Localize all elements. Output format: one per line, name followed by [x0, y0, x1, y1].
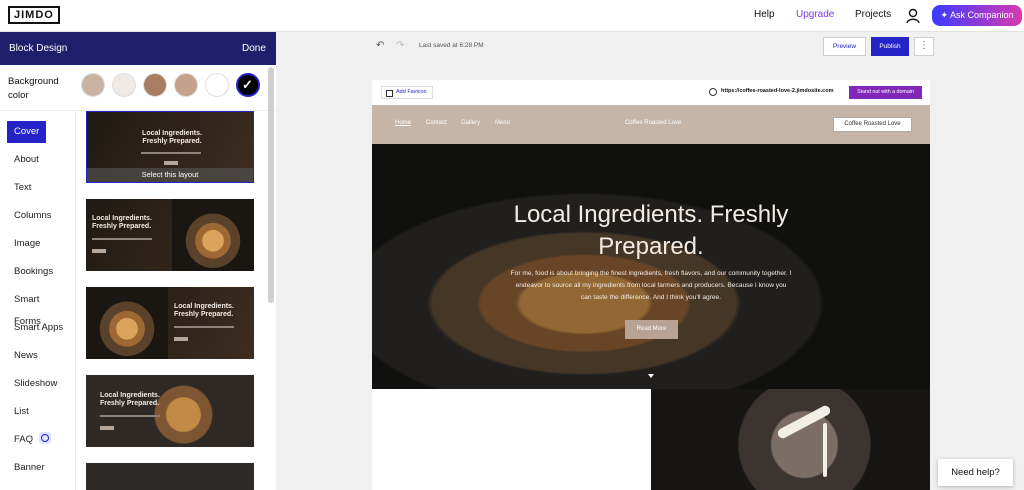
- layout-thumbnail-2[interactable]: Local Ingredients. Freshly Prepared.: [86, 199, 254, 271]
- layout-text-line: [174, 326, 234, 328]
- cover-block[interactable]: Local Ingredients. Freshly Prepared. For…: [372, 144, 930, 389]
- block-design-panel: Background color ✓ Cover About Text Colu…: [0, 65, 276, 490]
- category-banner[interactable]: Banner: [7, 457, 52, 479]
- done-button[interactable]: Done: [242, 43, 266, 54]
- layout-title: Local Ingredients. Freshly Prepared.: [174, 303, 234, 318]
- read-more-button[interactable]: Read More: [625, 320, 678, 339]
- layout-title: Local Ingredients. Freshly Prepared.: [142, 130, 202, 145]
- last-saved-status: Last saved at 6:28 PM: [419, 42, 484, 49]
- layout-button-preview: [164, 161, 178, 165]
- content-block-white: [372, 389, 651, 490]
- category-smart-apps[interactable]: Smart Apps: [7, 317, 70, 339]
- layout-button-preview: [174, 337, 188, 341]
- site-settings-bar: Add Favicon https://coffee-roasted-love-…: [372, 80, 930, 105]
- site-nav-home[interactable]: Home: [395, 120, 411, 126]
- scroll-down-icon[interactable]: [648, 374, 654, 378]
- globe-icon: [709, 88, 717, 96]
- category-news[interactable]: News: [7, 345, 45, 367]
- background-color-label: Background color: [8, 76, 59, 101]
- select-layout-label: Select this layout: [87, 168, 253, 182]
- need-help-button[interactable]: Need help?: [938, 459, 1013, 486]
- category-bookings[interactable]: Bookings: [7, 261, 60, 283]
- jimdo-logo[interactable]: JIMDO: [8, 6, 60, 24]
- hero-overlay: [372, 144, 930, 389]
- site-nav-contact[interactable]: Contact: [426, 120, 447, 126]
- layout-thumbnail-1[interactable]: Local Ingredients. Freshly Prepared. Sel…: [86, 111, 254, 183]
- layout-thumbnail-5[interactable]: [86, 463, 254, 490]
- category-image[interactable]: Image: [7, 233, 47, 255]
- preview-button[interactable]: Preview: [823, 37, 866, 56]
- milk-stream: [823, 423, 827, 477]
- redo-icon[interactable]: ↷: [396, 40, 404, 51]
- site-nav-gallery[interactable]: Gallery: [461, 120, 480, 126]
- layout-button-preview: [100, 426, 114, 430]
- site-domain: https://coffee-roasted-love-2.jimdosite.…: [721, 88, 834, 94]
- layout-title: Local Ingredients. Freshly Prepared.: [100, 392, 160, 407]
- category-faq[interactable]: FAQ: [7, 429, 58, 451]
- swatch-beige[interactable]: [81, 73, 105, 97]
- layout-button-preview: [92, 249, 106, 253]
- category-text[interactable]: Text: [7, 177, 38, 199]
- hero-description[interactable]: For me, food is about bringing the fines…: [510, 268, 792, 304]
- help-link[interactable]: Help: [754, 9, 775, 20]
- coffee-image: [86, 287, 168, 359]
- projects-link[interactable]: Projects: [855, 9, 891, 20]
- coffee-image: [172, 199, 254, 271]
- swatch-white[interactable]: [205, 73, 229, 97]
- publish-button[interactable]: Publish: [871, 37, 909, 56]
- category-list[interactable]: List: [7, 401, 36, 423]
- swatch-tan[interactable]: [174, 73, 198, 97]
- more-options-button[interactable]: ⋮: [914, 37, 934, 56]
- layout-text-line: [92, 238, 152, 240]
- swatch-light[interactable]: [112, 73, 136, 97]
- site-header-button[interactable]: Coffee Roasted Love: [833, 117, 912, 132]
- user-icon[interactable]: [906, 8, 920, 24]
- category-slideshow[interactable]: Slideshow: [7, 373, 64, 395]
- editor-toolbar: ↶ ↷ Last saved at 6:28 PM Preview Publis…: [276, 32, 1024, 62]
- check-icon: ✓: [242, 77, 253, 92]
- undo-icon[interactable]: ↶: [376, 40, 384, 51]
- layout-scrollbar[interactable]: [268, 67, 274, 303]
- site-name: Coffee Roasted Love: [625, 120, 682, 126]
- layout-thumbnail-3[interactable]: Local Ingredients. Freshly Prepared.: [86, 287, 254, 359]
- category-columns[interactable]: Columns: [7, 205, 59, 227]
- layout-title: Local Ingredients. Freshly Prepared.: [92, 215, 152, 230]
- category-smart-forms[interactable]: Smart Forms: [7, 289, 75, 327]
- layout-thumbnail-4[interactable]: Local Ingredients. Freshly Prepared.: [86, 375, 254, 447]
- site-nav-menu[interactable]: Menu: [495, 120, 510, 126]
- hero-title[interactable]: Local Ingredients. Freshly Prepared.: [508, 199, 794, 263]
- upgrade-link[interactable]: Upgrade: [796, 9, 834, 20]
- block-design-title: Block Design: [9, 43, 68, 54]
- layout-text-line: [141, 152, 201, 154]
- swatch-brown[interactable]: [143, 73, 167, 97]
- swatch-black[interactable]: ✓: [236, 73, 260, 97]
- faq-icon: [39, 432, 52, 444]
- sparkle-icon: ✦: [940, 10, 950, 20]
- category-about[interactable]: About: [7, 149, 46, 171]
- category-cover[interactable]: Cover: [7, 121, 47, 143]
- site-navigation: Home Contact Gallery Menu Coffee Roasted…: [372, 105, 930, 144]
- domain-upgrade-button[interactable]: Stand out with a domain: [849, 86, 922, 99]
- layout-text-line: [100, 415, 160, 417]
- ask-companion-label: Ask Companion: [950, 10, 1014, 20]
- block-design-header: Block Design Done: [0, 32, 276, 65]
- latte-pour-image: [651, 389, 930, 490]
- website-preview: Add Favicon https://coffee-roasted-love-…: [372, 80, 930, 490]
- category-faq-label: FAQ: [14, 434, 34, 445]
- category-list: Cover About Text Columns Image Bookings …: [0, 111, 76, 490]
- top-bar: JIMDO Help Upgrade Projects ✦ Ask Compan…: [0, 0, 1024, 32]
- add-favicon-button[interactable]: Add Favicon: [381, 86, 433, 99]
- ask-companion-button[interactable]: ✦ Ask Companion: [932, 5, 1022, 26]
